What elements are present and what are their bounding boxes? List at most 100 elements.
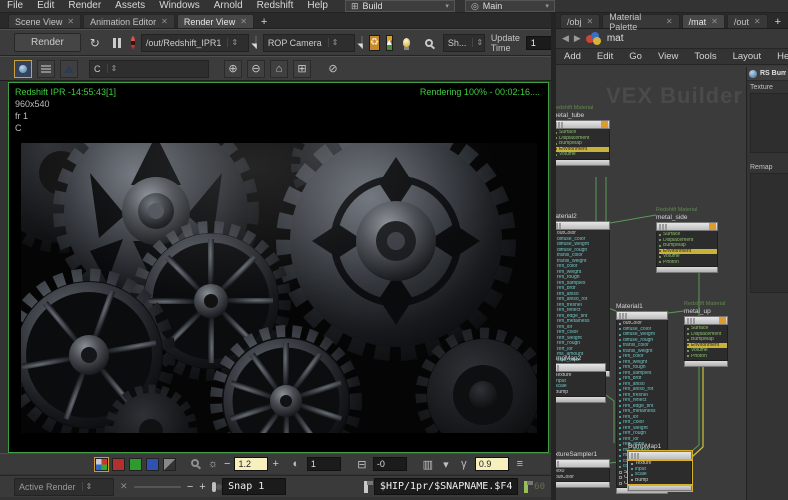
close-icon[interactable]: ✕	[666, 17, 673, 26]
close-icon[interactable]: ✕	[754, 17, 761, 26]
menu-render[interactable]: Render	[61, 0, 108, 12]
tab--obj[interactable]: /obj✕	[560, 14, 600, 28]
rop-selector[interactable]: /out/Redshift_IPR1 ⇕	[141, 34, 249, 52]
fit-view-icon[interactable]: ⊞	[293, 60, 311, 78]
close-icon[interactable]: ✕	[711, 17, 718, 26]
node-input-row[interactable]: Photon	[687, 354, 727, 360]
brightness-sun-icon[interactable]: ☼	[206, 458, 220, 470]
tab-material-palette[interactable]: Material Palette✕	[602, 14, 679, 28]
tab-animation-editor[interactable]: Animation Editor✕	[83, 14, 175, 28]
node-input-row[interactable]: Photon	[659, 260, 717, 266]
close-icon[interactable]: ✕	[240, 17, 247, 26]
update-time-input[interactable]: 1	[526, 36, 552, 50]
output-flag-icon[interactable]	[601, 121, 608, 128]
close-icon[interactable]: ✕	[67, 17, 74, 26]
node-flags[interactable]	[684, 316, 728, 325]
node-input-row[interactable]: Bump	[631, 478, 691, 484]
node-input-row[interactable]: outColor	[556, 475, 609, 481]
parameter-panel-header[interactable]: RS Bum	[747, 67, 788, 81]
network-menu-layout[interactable]: Layout	[725, 51, 770, 62]
stop-render-icon[interactable]	[131, 36, 135, 49]
red-channel-swatch[interactable]	[112, 458, 125, 471]
node-flags[interactable]	[628, 451, 692, 460]
node-flags[interactable]	[556, 221, 610, 230]
node-flags[interactable]	[556, 363, 606, 372]
node-flags[interactable]	[556, 120, 610, 129]
jump-to-rop-icon[interactable]	[255, 36, 257, 49]
node-flags[interactable]	[556, 459, 610, 468]
render-viewport[interactable]: Redshift IPR -14:55:43[1] 960x540 fr 1 C…	[8, 82, 549, 453]
node-bumpmap1[interactable]: BumpMap1TextureinputscaleBump	[628, 443, 692, 491]
rgb-channels-swatch[interactable]	[95, 458, 108, 471]
menu-redshift[interactable]: Redshift	[250, 0, 301, 12]
lightbulb-icon[interactable]	[399, 35, 415, 51]
snapshot-name-field[interactable]: Snap 1	[222, 478, 286, 495]
node-flags[interactable]	[616, 311, 668, 320]
inspect-magnifier-icon[interactable]	[421, 35, 437, 51]
pixel-inspect-icon[interactable]	[188, 458, 202, 470]
node-metal_side[interactable]: Redshift Materialmetal_sideSurfaceDispla…	[656, 207, 718, 273]
zoom-out-icon[interactable]: ⊖	[247, 60, 265, 78]
node-input-row[interactable]: Volume	[556, 152, 609, 158]
node-metal_up[interactable]: Redshift Materialmetal_upSurfaceDisplace…	[684, 301, 728, 367]
snapshot-camera-icon[interactable]	[212, 482, 216, 492]
levels-icon[interactable]: ⊟	[355, 458, 369, 471]
render-region-icon[interactable]: ♻	[369, 35, 380, 51]
network-menu-edit[interactable]: Edit	[589, 51, 621, 62]
re-render-icon[interactable]: ↻	[87, 35, 103, 51]
contrast-icon[interactable]: ◐	[289, 458, 303, 470]
close-icon[interactable]: ✕	[161, 17, 168, 26]
zoom-in-icon[interactable]: ⊕	[224, 60, 242, 78]
options-grid-icon[interactable]: ≡	[513, 458, 527, 470]
output-flag-icon[interactable]	[709, 223, 716, 230]
texture-field[interactable]	[750, 93, 788, 153]
zoom-out-minus[interactable]: −	[187, 481, 193, 493]
shading-mode-selector[interactable]: Sh... ⇕	[443, 34, 485, 52]
image-layers-icon[interactable]	[37, 60, 55, 78]
zoom-in-plus[interactable]: +	[199, 481, 205, 493]
back-arrow-icon[interactable]: ◀	[562, 33, 569, 44]
camera-selector[interactable]: ROP Camera ⇕	[263, 34, 355, 52]
save-path-field[interactable]: $HIP/1pr/$SNAPNAME.$F4	[374, 478, 518, 495]
home-view-icon[interactable]: ⌂	[270, 60, 288, 78]
gamma-input[interactable]: 0.9	[475, 457, 509, 471]
exposure-plus-button[interactable]: +	[272, 458, 278, 470]
contrast-input[interactable]: 1	[307, 457, 341, 471]
pause-render-icon[interactable]	[109, 35, 125, 51]
exposure-minus-button[interactable]: −	[224, 458, 230, 470]
network-menu-help[interactable]: Help	[769, 51, 788, 62]
network-path[interactable]: mat	[607, 33, 624, 44]
new-tab-button[interactable]: +	[256, 16, 272, 28]
plane-selector[interactable]: C ⇕	[89, 60, 209, 78]
tab-scene-view[interactable]: Scene View✕	[8, 14, 81, 28]
network-menu-tools[interactable]: Tools	[686, 51, 724, 62]
network-menu-go[interactable]: Go	[621, 51, 650, 62]
save-disk-icon[interactable]	[364, 481, 368, 493]
color-correction-icon[interactable]	[14, 60, 32, 78]
shelf-selector[interactable]: ◎ Main ▾	[465, 0, 555, 12]
node-input-row[interactable]: Bump	[556, 390, 605, 396]
menu-windows[interactable]: Windows	[152, 0, 207, 12]
menu-edit[interactable]: Edit	[30, 0, 61, 12]
green-channel-swatch[interactable]	[129, 458, 142, 471]
new-tab-button[interactable]: +	[770, 16, 786, 28]
output-flag-icon[interactable]	[719, 317, 726, 324]
tab-render-view[interactable]: Render View✕	[177, 14, 254, 28]
exposure-input[interactable]: 1.2	[234, 457, 268, 471]
remap-field[interactable]	[750, 173, 788, 293]
node-metal_tube[interactable]: Redshift Materialmetal_tubeSurfaceDispla…	[556, 105, 610, 166]
offset-input[interactable]: -0	[373, 457, 407, 471]
menu-help[interactable]: Help	[300, 0, 335, 12]
preview-image-icon[interactable]: ▴	[386, 35, 393, 51]
render-button[interactable]: Render	[14, 33, 81, 52]
menu-assets[interactable]: Assets	[108, 0, 152, 12]
alpha-channel-swatch[interactable]	[163, 458, 176, 471]
history-slider[interactable]	[134, 486, 181, 488]
chevron-down-icon[interactable]: ▾	[439, 458, 453, 471]
node-bumpmap2[interactable]: BumpMap2TextureinputscaleBump	[556, 355, 606, 403]
menu-file[interactable]: File	[0, 0, 30, 12]
blue-channel-swatch[interactable]	[146, 458, 159, 471]
desktop-selector[interactable]: ⊞ Build ▾	[345, 0, 455, 12]
lut-icon[interactable]: ▥	[421, 458, 435, 471]
info-icon[interactable]: ⊘	[324, 60, 342, 78]
